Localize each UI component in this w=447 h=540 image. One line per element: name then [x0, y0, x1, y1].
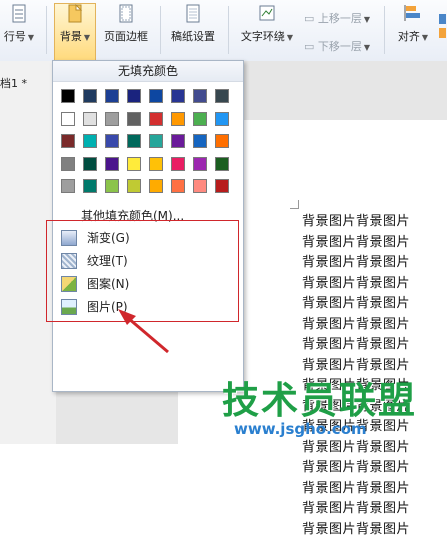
watermark-url: www.jsgho.com	[234, 420, 367, 438]
watermark-logo: 技术员联盟	[222, 370, 417, 424]
text-line: 背景图片背景图片	[302, 479, 442, 500]
text-line: 背景图片背景图片	[302, 458, 442, 479]
text-line: 背景图片背景图片	[302, 499, 442, 520]
text-line: 背景图片背景图片	[302, 520, 442, 540]
